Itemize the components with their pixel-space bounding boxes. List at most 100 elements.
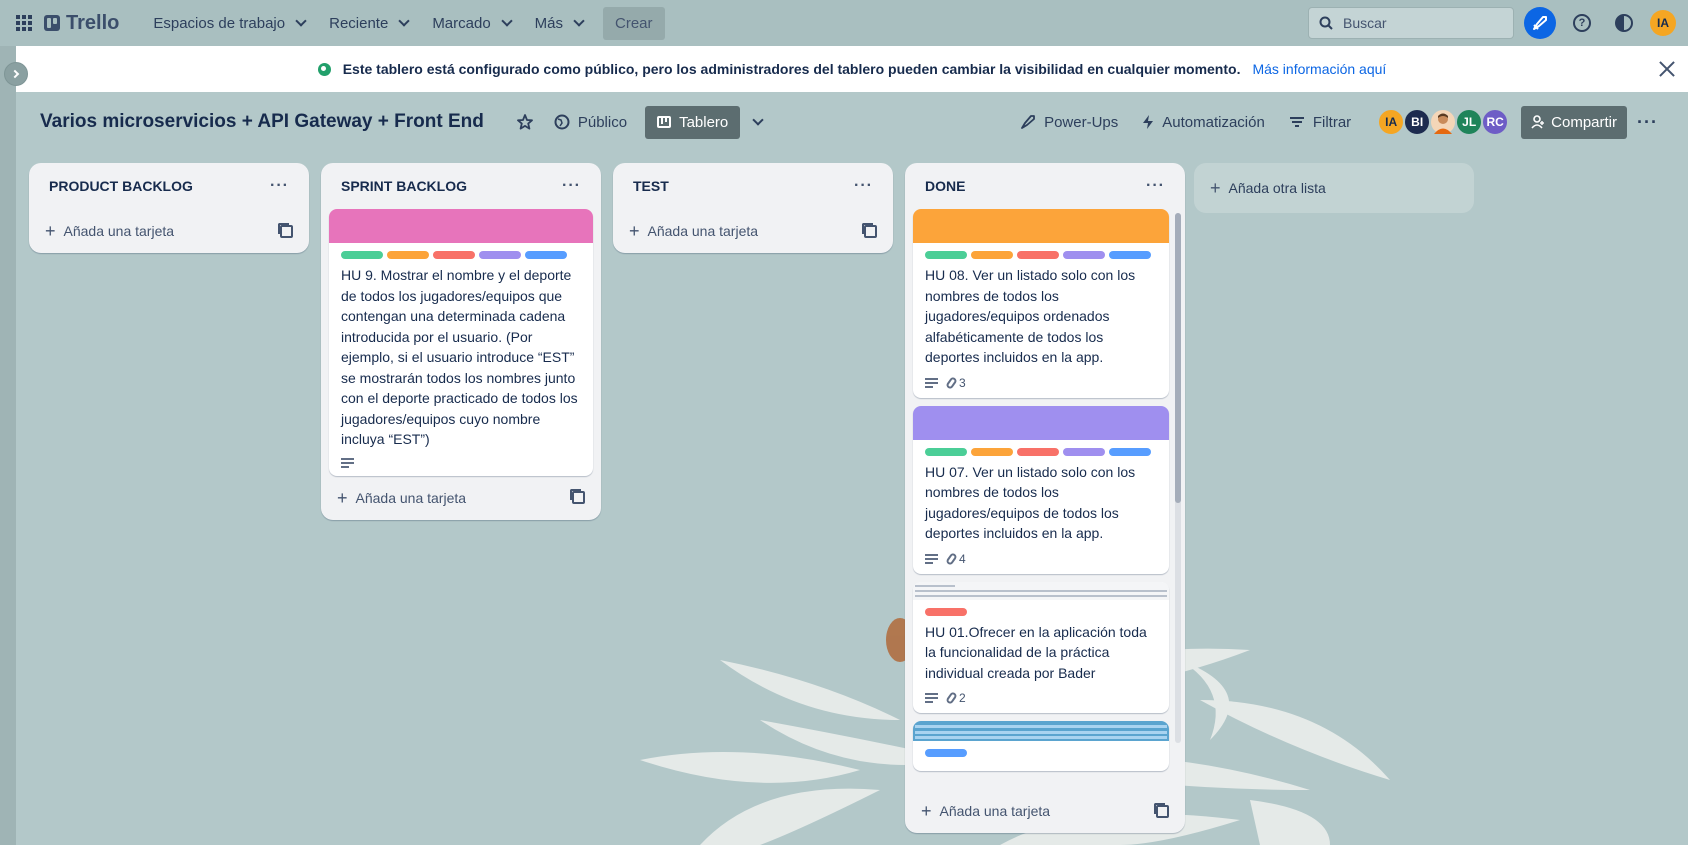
list-menu-icon[interactable]: ···	[1146, 177, 1165, 195]
trello-logo[interactable]: Trello	[44, 12, 119, 35]
member-avatar-initials: JL	[1462, 115, 1477, 129]
brand-name: Trello	[66, 11, 120, 34]
visibility-button[interactable]: Público	[544, 108, 637, 137]
attachments-badge: 3	[945, 375, 966, 390]
views-dropdown-button[interactable]	[740, 114, 772, 130]
star-board-button[interactable]	[506, 107, 544, 137]
add-list-label: Añada otra lista	[1228, 180, 1326, 196]
nav-workspaces[interactable]: Espacios de trabajo	[141, 9, 317, 38]
list-title[interactable]: PRODUCT BACKLOG	[49, 178, 193, 194]
list-menu-icon[interactable]: ···	[854, 177, 873, 195]
label-blue[interactable]	[1109, 251, 1151, 259]
add-list-button[interactable]: + Añada otra lista	[1194, 163, 1474, 213]
card-title: HU 07. Ver un listado solo con los nombr…	[925, 463, 1136, 542]
filter-label: Filtrar	[1312, 113, 1352, 131]
card[interactable]: HU 07. Ver un listado solo con los nombr…	[913, 405, 1169, 574]
create-button[interactable]: Crear	[603, 6, 665, 40]
app-switcher-icon[interactable]	[12, 11, 36, 35]
card-badges: 4	[925, 552, 1157, 566]
card-title: HU 08. Ver un listado solo con los nombr…	[925, 267, 1136, 365]
member-avatar-photo[interactable]	[1429, 108, 1458, 136]
label-purple[interactable]	[1063, 251, 1105, 259]
card-template-icon[interactable]	[862, 222, 877, 238]
banner-more-info-link[interactable]: Más información aquí	[1252, 61, 1386, 77]
board-menu-icon[interactable]: ···	[1631, 112, 1664, 133]
board-view-label: Tablero	[679, 113, 729, 131]
nav-starred[interactable]: Marcado	[420, 9, 522, 38]
card-template-icon[interactable]	[1154, 802, 1169, 818]
add-card-button[interactable]: + Añada una tarjeta	[45, 222, 174, 240]
member-avatar[interactable]: IA	[1377, 108, 1406, 136]
user-avatar[interactable]: IA	[1650, 10, 1676, 36]
card-body: HU 08. Ver un listado solo con los nombr…	[913, 243, 1169, 398]
notifications-button[interactable]	[1524, 7, 1556, 39]
globe-icon	[317, 62, 331, 76]
member-avatar[interactable]: RC	[1481, 108, 1510, 136]
label-orange[interactable]	[387, 251, 429, 259]
share-button[interactable]: Compartir	[1521, 105, 1628, 139]
list-menu-icon[interactable]: ···	[270, 177, 289, 195]
label-green[interactable]	[925, 251, 967, 259]
member-avatar[interactable]: BI	[1403, 108, 1432, 136]
label-purple[interactable]	[1063, 447, 1105, 456]
nav-starred-label: Marcado	[432, 14, 491, 32]
description-icon	[925, 553, 938, 564]
list-footer: + Añada una tarjeta	[29, 209, 309, 253]
add-card-label: Añada una tarjeta	[647, 223, 759, 239]
label-orange[interactable]	[971, 251, 1013, 259]
theme-toggle-button[interactable]	[1608, 7, 1640, 39]
label-red[interactable]	[1017, 251, 1059, 259]
list-title[interactable]: SPRINT BACKLOG	[341, 178, 467, 194]
nav-recent[interactable]: Reciente	[317, 9, 420, 38]
card-badges	[341, 457, 581, 468]
label-blue[interactable]	[925, 749, 967, 757]
card-list: HU 9. Mostrar el nombre y el deporte de …	[321, 209, 601, 476]
list-title[interactable]: DONE	[925, 178, 965, 194]
add-card-button[interactable]: + Añada una tarjeta	[337, 489, 466, 507]
nav-more[interactable]: Más	[523, 9, 595, 38]
label-orange[interactable]	[971, 447, 1013, 456]
card[interactable]: HU 9. Mostrar el nombre y el deporte de …	[329, 209, 593, 476]
globe-icon	[554, 114, 570, 130]
list-scrollbar[interactable]	[1175, 213, 1181, 743]
list-footer: + Añada una tarjeta	[905, 789, 1185, 833]
help-button[interactable]: ?	[1566, 7, 1598, 39]
attachments-badge: 4	[945, 552, 966, 566]
label-green[interactable]	[925, 447, 967, 456]
member-avatar[interactable]: JL	[1455, 108, 1484, 136]
list-header: PRODUCT BACKLOG ···	[29, 163, 309, 209]
add-card-label: Añada una tarjeta	[939, 803, 1051, 819]
list-title[interactable]: TEST	[633, 178, 669, 194]
card-template-icon[interactable]	[570, 489, 585, 504]
label-red[interactable]	[433, 251, 475, 259]
board-view-icon	[657, 116, 672, 128]
powerups-button[interactable]: Power-Ups	[1010, 108, 1128, 137]
add-person-icon	[1531, 115, 1545, 129]
search-input[interactable]: Buscar	[1308, 7, 1514, 39]
filter-button[interactable]: Filtrar	[1279, 108, 1361, 137]
expand-sidebar-button[interactable]	[4, 62, 28, 86]
automation-label: Automatización	[1162, 113, 1265, 131]
board-title[interactable]: Varios microservicios + API Gateway + Fr…	[40, 111, 484, 133]
automation-button[interactable]: Automatización	[1132, 108, 1275, 137]
board-view-button[interactable]: Tablero	[645, 105, 741, 139]
chevron-down-icon	[295, 15, 307, 27]
add-card-button[interactable]: + Añada una tarjeta	[921, 802, 1050, 820]
card[interactable]: HU 08. Ver un listado solo con los nombr…	[913, 209, 1169, 398]
label-blue[interactable]	[1109, 447, 1151, 456]
add-card-button[interactable]: + Añada una tarjeta	[629, 222, 758, 240]
list-menu-icon[interactable]: ···	[562, 177, 581, 195]
list-done: DONE ··· HU 08. Ver un listado solo con …	[905, 163, 1185, 833]
label-red[interactable]	[1017, 447, 1059, 456]
label-green[interactable]	[341, 251, 383, 259]
card[interactable]: HU 01.Ofrecer en la aplicación toda la f…	[913, 581, 1169, 713]
scrollbar-thumb[interactable]	[1175, 213, 1181, 503]
label-purple[interactable]	[479, 251, 521, 259]
close-icon[interactable]	[1656, 58, 1678, 80]
paperclip-icon	[945, 375, 958, 390]
label-blue[interactable]	[525, 251, 567, 259]
label-red[interactable]	[925, 607, 967, 616]
card-template-icon[interactable]	[278, 222, 293, 238]
help-icon: ?	[1573, 14, 1591, 32]
card[interactable]	[913, 721, 1169, 771]
